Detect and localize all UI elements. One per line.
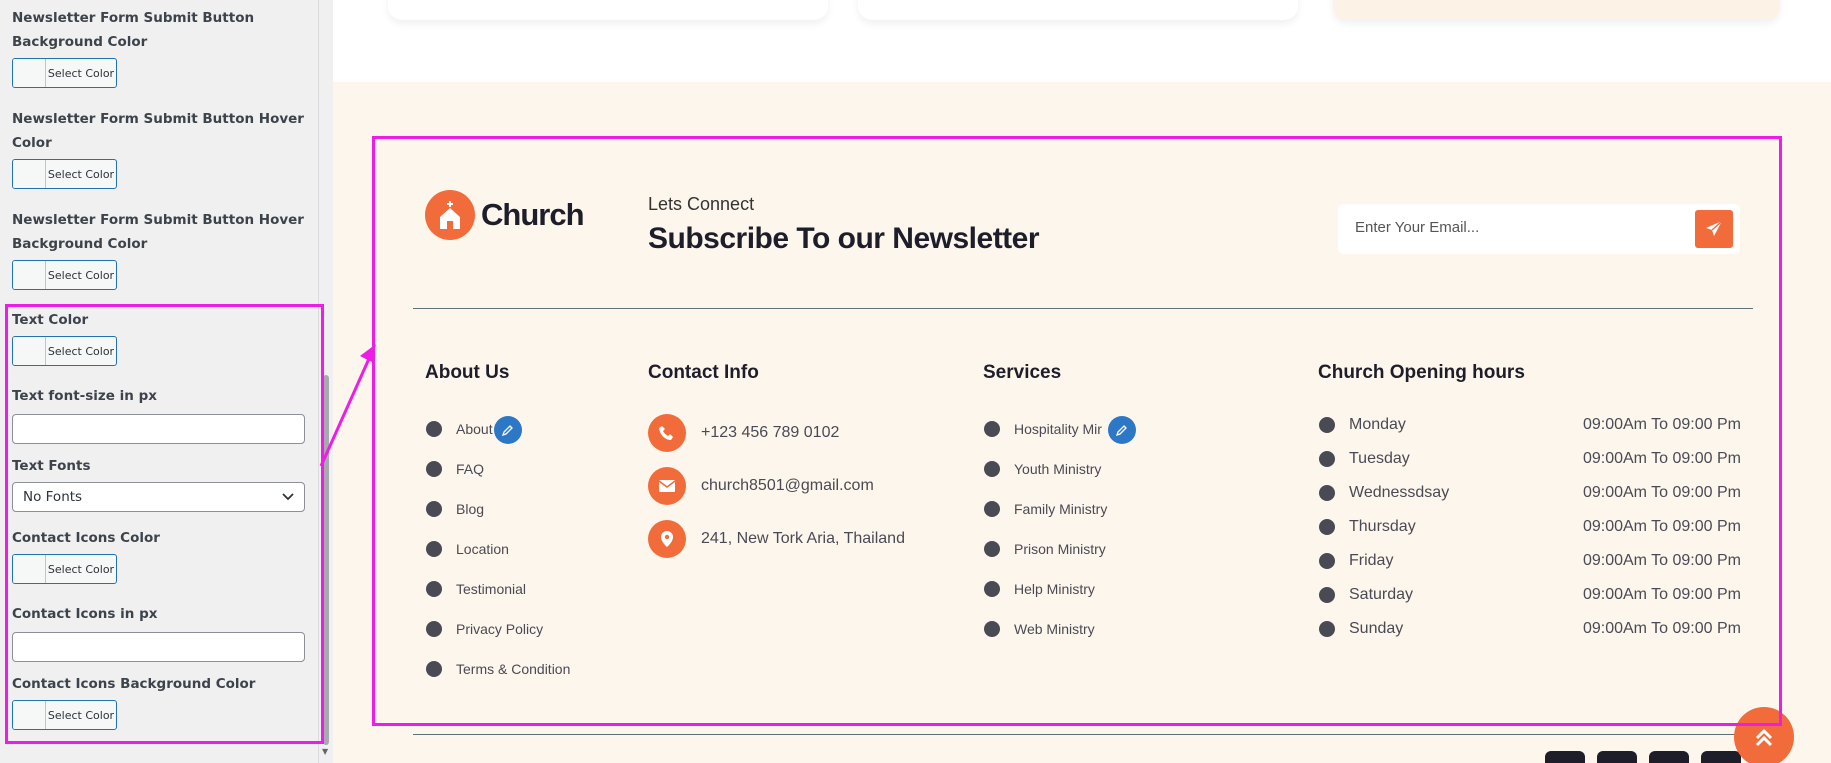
social-icon[interactable] [1545, 751, 1585, 763]
card [858, 0, 1298, 20]
select-color-button[interactable]: Select Color [12, 159, 117, 189]
highlight-footer-region [372, 136, 1782, 726]
select-color-button[interactable]: Select Color [12, 58, 117, 88]
section-above-footer [333, 0, 1831, 82]
double-chevron-up-icon [1755, 728, 1773, 747]
field-label: Newsletter Form Submit Button Background… [12, 10, 255, 50]
select-color-label: Select Color [47, 167, 115, 181]
select-color-label: Select Color [47, 268, 115, 282]
highlight-sidebar-region [5, 304, 324, 744]
field-submit-bg-color: Newsletter Form Submit Button Background… [12, 6, 312, 88]
field-label: Newsletter Form Submit Button Hover Colo… [12, 111, 304, 151]
social-icon[interactable] [1649, 751, 1689, 763]
social-icon[interactable] [1597, 751, 1637, 763]
select-color-button[interactable]: Select Color [12, 260, 117, 290]
select-color-label: Select Color [47, 66, 115, 80]
field-label: Newsletter Form Submit Button Hover Back… [12, 212, 304, 252]
field-submit-hover-color: Newsletter Form Submit Button Hover Colo… [12, 107, 312, 189]
color-swatch [13, 160, 46, 188]
color-swatch [13, 261, 46, 289]
scroll-down-arrow-icon[interactable]: ▼ [322, 747, 328, 756]
color-swatch [13, 59, 46, 87]
card [1333, 0, 1780, 20]
field-submit-hover-bg-color: Newsletter Form Submit Button Hover Back… [12, 208, 312, 290]
customizer-window: Newsletter Form Submit Button Background… [0, 0, 1831, 763]
social-icon[interactable] [1701, 751, 1741, 763]
card [388, 0, 828, 20]
footer-bottom-divider [413, 734, 1753, 735]
